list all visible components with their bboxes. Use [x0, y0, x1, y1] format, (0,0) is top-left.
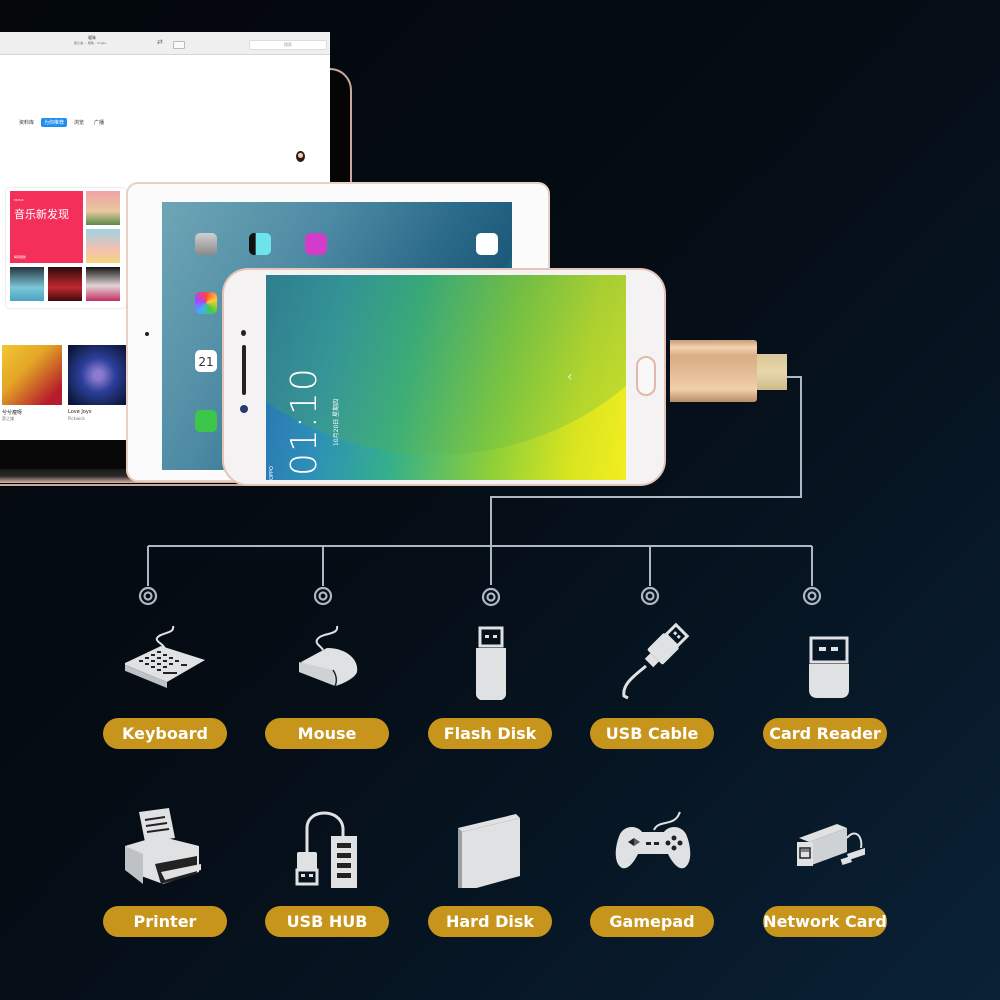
device-printer[interactable]: Printer	[103, 808, 227, 978]
device-flash-disk[interactable]: Flash Disk	[428, 620, 552, 790]
device-label: Card Reader	[763, 718, 887, 749]
node-ring-icon	[138, 586, 158, 606]
card-reader-icon	[809, 636, 849, 698]
usb-cable-icon	[622, 622, 690, 700]
device-network-card[interactable]: Network Card	[763, 808, 887, 978]
hard-disk-icon	[458, 814, 520, 888]
device-label: Hard Disk	[428, 906, 552, 937]
device-card-reader[interactable]: Card Reader	[763, 620, 887, 790]
mouse-icon	[299, 625, 358, 687]
device-label: Flash Disk	[428, 718, 552, 749]
keyboard-icon	[125, 625, 205, 688]
device-label: Keyboard	[103, 718, 227, 749]
node-ring-icon	[481, 587, 501, 607]
node-ring-icon	[313, 586, 333, 606]
device-label: USB HUB	[265, 906, 389, 937]
device-usb-cable[interactable]: USB Cable	[590, 620, 714, 790]
node-ring-icon	[640, 586, 660, 606]
flash-disk-icon	[476, 626, 506, 700]
device-keyboard[interactable]: Keyboard	[103, 620, 227, 790]
device-gamepad[interactable]: Gamepad	[590, 808, 714, 978]
device-mouse[interactable]: Mouse	[265, 620, 389, 790]
device-hard-disk[interactable]: Hard Disk	[428, 808, 552, 978]
usb-hub-icon	[295, 811, 357, 888]
device-usb-hub[interactable]: USB HUB	[265, 808, 389, 978]
main-connector-line	[490, 376, 802, 585]
network-card-icon	[797, 824, 865, 866]
device-label: USB Cable	[590, 718, 714, 749]
node-ring-icon	[802, 586, 822, 606]
gamepad-icon	[615, 811, 691, 869]
device-label: Printer	[103, 906, 227, 937]
device-label: Network Card	[763, 906, 887, 937]
device-label: Mouse	[265, 718, 389, 749]
device-label: Gamepad	[590, 906, 714, 937]
printer-icon	[125, 808, 201, 884]
